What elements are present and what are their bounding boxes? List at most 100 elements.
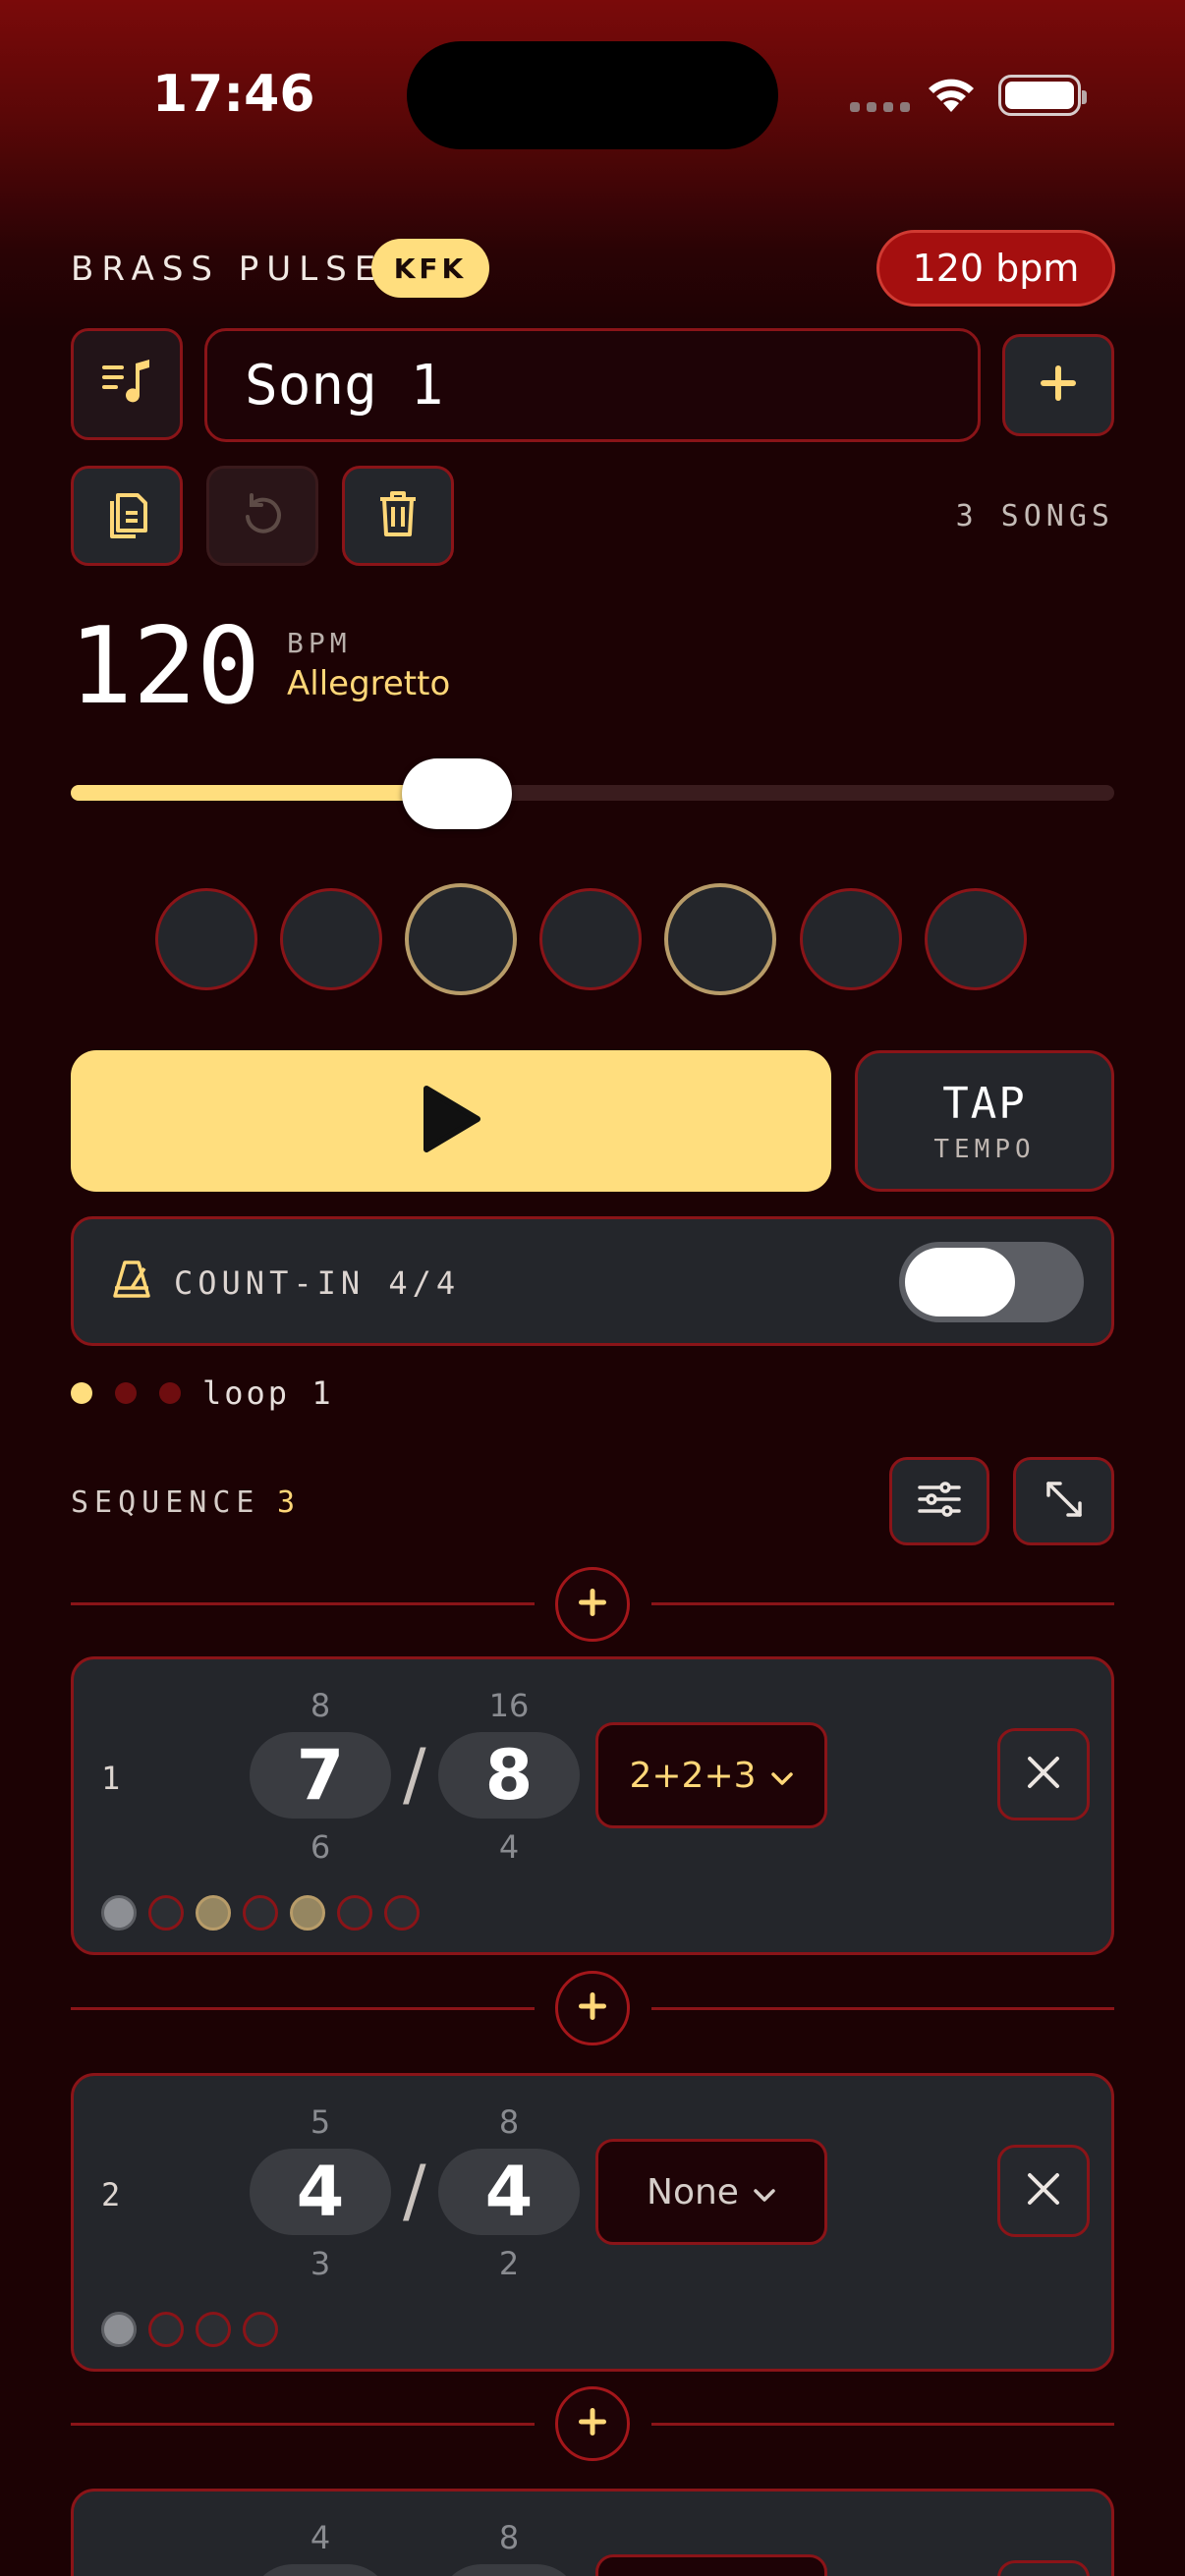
tempo-value: 120 [69, 605, 261, 728]
copy-icon [104, 487, 149, 544]
measure-beat-dots [101, 2312, 278, 2347]
grouping-dropdown[interactable]: None [595, 2139, 827, 2245]
denominator-picker[interactable]: 8 [438, 1732, 580, 1819]
grouping-value: 2+2+3 [629, 1755, 757, 1796]
add-icon [1039, 364, 1078, 407]
undo-button[interactable] [206, 466, 318, 566]
close-icon [1026, 1755, 1061, 1794]
song-count: 3 SONGS [955, 499, 1114, 533]
delete-song-button[interactable] [342, 466, 454, 566]
insert-measure-button[interactable] [555, 1567, 630, 1642]
remove-measure-button[interactable] [997, 1728, 1090, 1820]
measure-beat-dot[interactable] [243, 2312, 278, 2347]
measure-beat-dot[interactable] [196, 1895, 231, 1931]
beat-indicator[interactable] [155, 888, 257, 990]
tap-tempo-button[interactable]: TAP TEMPO [855, 1050, 1114, 1192]
denominator-above: 8 [498, 2103, 520, 2141]
metronome-icon [111, 1259, 152, 1304]
denominator-picker[interactable]: 4 [438, 2149, 580, 2235]
loop-indicator [71, 1382, 181, 1404]
denominator-above: 8 [498, 2519, 520, 2556]
tempo-slider-thumb[interactable] [401, 758, 512, 829]
measure-index: 2 [101, 2176, 121, 2213]
divider [651, 2423, 1114, 2426]
numerator-below: 6 [310, 1828, 331, 1866]
bpm-badge[interactable]: 120 bpm [876, 230, 1115, 307]
add-icon [577, 2406, 608, 2441]
insert-measure-button[interactable] [555, 1971, 630, 2045]
numerator-above: 4 [310, 2519, 331, 2556]
numerator-picker[interactable] [250, 2564, 391, 2576]
beat-indicator[interactable] [800, 888, 902, 990]
expand-icon [1044, 1480, 1084, 1523]
measure-beat-dot[interactable] [101, 2312, 137, 2347]
insert-measure-button[interactable] [555, 2386, 630, 2461]
song-name-input[interactable]: Song 1 [204, 328, 981, 442]
divider [651, 2007, 1114, 2010]
trash-icon [378, 489, 418, 542]
numerator-picker[interactable]: 7 [250, 1732, 391, 1819]
battery-icon [998, 75, 1087, 116]
measure-beat-dot[interactable] [196, 2312, 231, 2347]
measure-index: 1 [101, 1760, 121, 1797]
loop-dot [71, 1382, 92, 1404]
remove-measure-button[interactable] [997, 2145, 1090, 2237]
measure-beat-dots [101, 1895, 420, 1931]
play-button[interactable] [71, 1050, 831, 1192]
numerator-picker[interactable]: 4 [250, 2149, 391, 2235]
numerator-above: 8 [310, 1687, 331, 1724]
song-list-button[interactable] [71, 328, 183, 440]
tempo-marking: Allegretto [287, 664, 451, 703]
expand-button[interactable] [1013, 1457, 1114, 1545]
remove-measure-button[interactable] [997, 2560, 1090, 2576]
chevron-down-icon [770, 1756, 794, 1796]
measure-beat-dot[interactable] [148, 2312, 184, 2347]
duplicate-song-button[interactable] [71, 466, 183, 566]
measure-beat-dot[interactable] [384, 1895, 420, 1931]
measure-beat-dot[interactable] [290, 1895, 325, 1931]
count-in-toggle[interactable] [899, 1242, 1084, 1322]
sequence-label: SEQUENCE [71, 1485, 260, 1520]
beat-indicator[interactable] [925, 888, 1027, 990]
wifi-icon [924, 73, 979, 118]
add-song-button[interactable] [1002, 334, 1114, 436]
denominator-picker[interactable] [438, 2564, 580, 2576]
sequence-count: 3 [277, 1485, 296, 1520]
beat-indicator-accent[interactable] [664, 883, 776, 995]
numerator-above: 5 [310, 2103, 331, 2141]
divider [71, 2423, 535, 2426]
tap-label: TAP [942, 1078, 1027, 1129]
measure-card: 4 8 [71, 2489, 1114, 2576]
count-in-row: COUNT-IN 4/4 [71, 1216, 1114, 1346]
add-icon [577, 1587, 608, 1622]
measure-beat-dot[interactable] [337, 1895, 372, 1931]
measure-card: 1 8 7 6 / 16 8 4 2+2+3 [71, 1656, 1114, 1955]
sliders-icon [918, 1480, 961, 1523]
measure-beat-dot[interactable] [101, 1895, 137, 1931]
count-in-label: COUNT-IN 4/4 [174, 1264, 461, 1302]
beat-indicator[interactable] [539, 888, 642, 990]
sequence-settings-button[interactable] [889, 1457, 989, 1545]
add-icon [577, 1990, 608, 2026]
tempo-unit: BPM [287, 627, 352, 659]
time-signature-slash: / [403, 1734, 426, 1815]
denominator-below: 4 [498, 1828, 520, 1866]
measure-beat-dot[interactable] [148, 1895, 184, 1931]
grouping-dropdown[interactable] [595, 2554, 827, 2576]
beat-indicator-accent[interactable] [405, 883, 517, 995]
denominator-above: 16 [488, 1687, 530, 1724]
chevron-down-icon [753, 2172, 776, 2212]
app-brand: BRASS PULSE [71, 250, 384, 289]
tempo-slider-fill [71, 785, 457, 801]
undo-icon [240, 491, 285, 540]
beat-indicator[interactable] [280, 888, 382, 990]
measure-beat-dot[interactable] [243, 1895, 278, 1931]
time-signature-slash: / [403, 2151, 426, 2231]
loop-dot [159, 1382, 181, 1404]
close-icon [1026, 2171, 1061, 2211]
divider [651, 1602, 1114, 1605]
divider [71, 2007, 535, 2010]
grouping-dropdown[interactable]: 2+2+3 [595, 1722, 827, 1828]
numerator-below: 3 [310, 2245, 331, 2282]
loop-dot [115, 1382, 137, 1404]
